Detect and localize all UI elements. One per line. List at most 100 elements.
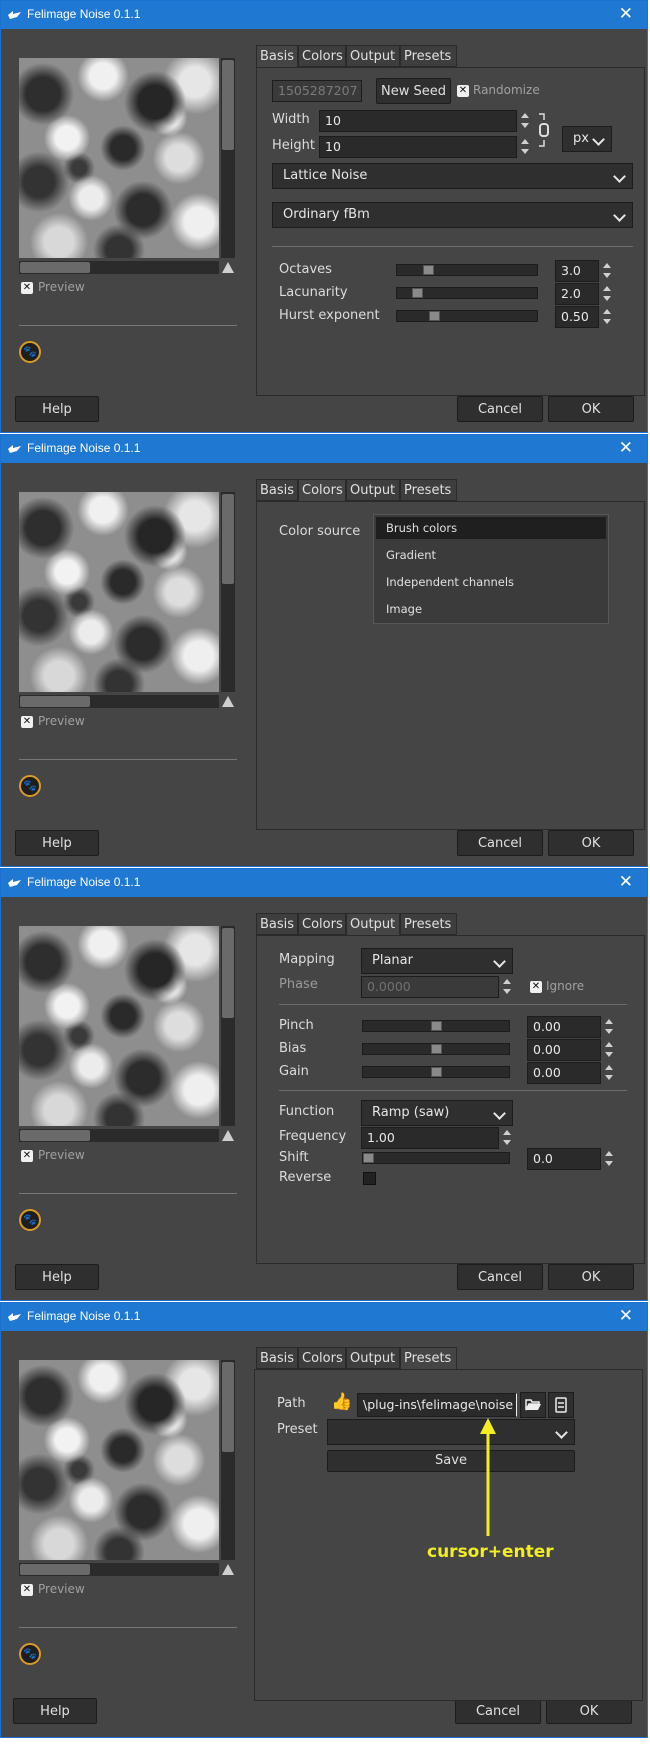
tab-output[interactable]: Output <box>346 1347 400 1369</box>
noise-type-combo[interactable]: Lattice Noise <box>272 163 633 189</box>
lacunarity-slider[interactable] <box>396 287 538 299</box>
help-button[interactable]: Help <box>15 1264 99 1290</box>
octaves-spinner[interactable] <box>601 260 613 282</box>
unit-combo[interactable]: px <box>562 126 612 152</box>
gimp-wilber-icon: 🐾 <box>19 341 41 363</box>
preview-vertical-scrollbar[interactable] <box>221 926 235 1126</box>
hurst-spinner[interactable] <box>601 306 613 328</box>
close-icon[interactable]: ✕ <box>619 872 633 892</box>
color-source-option[interactable]: Gradient <box>376 544 606 566</box>
phase-field[interactable]: 0.0000 <box>361 976 499 998</box>
tab-output[interactable]: Output <box>346 479 400 501</box>
gain-spinner[interactable] <box>603 1062 615 1084</box>
cancel-button[interactable]: Cancel <box>457 1264 543 1290</box>
ok-button[interactable]: OK <box>548 1264 634 1290</box>
fbm-type-combo[interactable]: Ordinary fBm <box>272 202 633 228</box>
octaves-field[interactable]: 3.0 <box>555 260 599 282</box>
chain-link-icon[interactable] <box>538 112 550 148</box>
tab-presets[interactable]: Presets <box>400 913 457 935</box>
fbm-type-value: Ordinary fBm <box>283 207 370 222</box>
preview-vertical-scrollbar[interactable] <box>221 58 235 258</box>
ok-button[interactable]: OK <box>548 396 634 422</box>
shift-spinner[interactable] <box>603 1148 615 1170</box>
octaves-slider[interactable] <box>396 264 538 276</box>
save-preset-button[interactable]: Save <box>327 1450 575 1472</box>
new-seed-button[interactable]: New Seed <box>376 78 451 104</box>
ok-button[interactable]: OK <box>548 830 634 856</box>
ignore-checkbox[interactable]: ✕ <box>530 981 542 993</box>
frequency-spinner[interactable] <box>501 1127 513 1149</box>
bias-slider[interactable] <box>362 1043 510 1055</box>
pinch-spinner[interactable] <box>603 1016 615 1038</box>
preview-horizontal-scrollbar[interactable] <box>19 695 219 708</box>
tab-output[interactable]: Output <box>346 45 400 67</box>
help-button[interactable]: Help <box>15 396 99 422</box>
preset-combo[interactable] <box>327 1419 575 1445</box>
preview-checkbox[interactable]: ✕ <box>21 1584 33 1596</box>
hurst-slider[interactable] <box>396 310 538 322</box>
seed-field[interactable]: 1505287207 <box>272 80 362 102</box>
tab-basis[interactable]: Basis <box>256 913 298 935</box>
gain-field[interactable]: 0.00 <box>527 1062 601 1084</box>
preview-horizontal-scrollbar[interactable] <box>19 1129 219 1142</box>
frequency-field[interactable]: 1.00 <box>361 1127 499 1149</box>
tab-presets[interactable]: Presets <box>400 45 457 67</box>
open-folder-button[interactable] <box>520 1392 546 1418</box>
bias-field[interactable]: 0.00 <box>527 1039 601 1061</box>
preview-vertical-scrollbar[interactable] <box>221 492 235 692</box>
tab-basis[interactable]: Basis <box>256 1347 298 1369</box>
tab-colors[interactable]: Colors <box>298 45 346 67</box>
path-field[interactable]: \plug-ins\felimage\noise <box>357 1393 517 1417</box>
preview-checkbox[interactable]: ✕ <box>21 1150 33 1162</box>
pinch-slider[interactable] <box>362 1020 510 1032</box>
tab-colors[interactable]: Colors <box>298 479 346 502</box>
cancel-button[interactable]: Cancel <box>457 830 543 856</box>
color-source-option[interactable]: Image <box>376 598 606 620</box>
tab-colors[interactable]: Colors <box>298 1347 346 1369</box>
shift-slider[interactable] <box>362 1152 510 1164</box>
tab-output[interactable]: Output <box>346 913 400 936</box>
tab-basis[interactable]: Basis <box>256 479 298 501</box>
preview-vertical-scrollbar[interactable] <box>221 1360 235 1560</box>
mapping-combo[interactable]: Planar <box>361 948 513 974</box>
tab-colors[interactable]: Colors <box>298 913 346 935</box>
height-field[interactable]: 10 <box>319 136 517 158</box>
navigate-icon[interactable] <box>222 1130 234 1141</box>
mapping-label: Mapping <box>279 952 335 967</box>
help-button[interactable]: Help <box>13 1698 97 1724</box>
file-manager-button[interactable] <box>548 1392 574 1418</box>
cancel-button[interactable]: Cancel <box>455 1698 541 1724</box>
close-icon[interactable]: ✕ <box>619 4 633 24</box>
preview-checkbox[interactable]: ✕ <box>21 716 33 728</box>
hurst-field[interactable]: 0.50 <box>555 306 599 328</box>
tab-basis[interactable]: Basis <box>256 45 298 68</box>
bias-spinner[interactable] <box>603 1039 615 1061</box>
close-icon[interactable]: ✕ <box>619 438 633 458</box>
navigate-icon[interactable] <box>222 262 234 273</box>
tab-presets[interactable]: Presets <box>400 479 457 501</box>
width-spinner[interactable] <box>519 110 531 132</box>
function-combo[interactable]: Ramp (saw) <box>361 1100 513 1126</box>
help-button[interactable]: Help <box>15 830 99 856</box>
width-field[interactable]: 10 <box>319 110 517 132</box>
navigate-icon[interactable] <box>222 696 234 707</box>
height-spinner[interactable] <box>519 136 531 158</box>
lacunarity-spinner[interactable] <box>601 283 613 305</box>
color-source-option[interactable]: Brush colors <box>376 517 606 539</box>
randomize-checkbox[interactable]: ✕ <box>457 85 469 97</box>
close-icon[interactable]: ✕ <box>619 1306 633 1326</box>
reverse-checkbox[interactable] <box>363 1172 376 1185</box>
navigate-icon[interactable] <box>222 1564 234 1575</box>
color-source-option[interactable]: Independent channels <box>376 571 606 593</box>
gain-slider[interactable] <box>362 1066 510 1078</box>
preview-checkbox[interactable]: ✕ <box>21 282 33 294</box>
preview-horizontal-scrollbar[interactable] <box>19 1563 219 1576</box>
lacunarity-field[interactable]: 2.0 <box>555 283 599 305</box>
ok-button[interactable]: OK <box>546 1698 632 1724</box>
pinch-field[interactable]: 0.00 <box>527 1016 601 1038</box>
shift-field[interactable]: 0.0 <box>527 1148 601 1170</box>
cancel-button[interactable]: Cancel <box>457 396 543 422</box>
gimp-app-icon <box>8 1313 21 1321</box>
preview-horizontal-scrollbar[interactable] <box>19 261 219 274</box>
tab-presets[interactable]: Presets <box>400 1347 457 1370</box>
